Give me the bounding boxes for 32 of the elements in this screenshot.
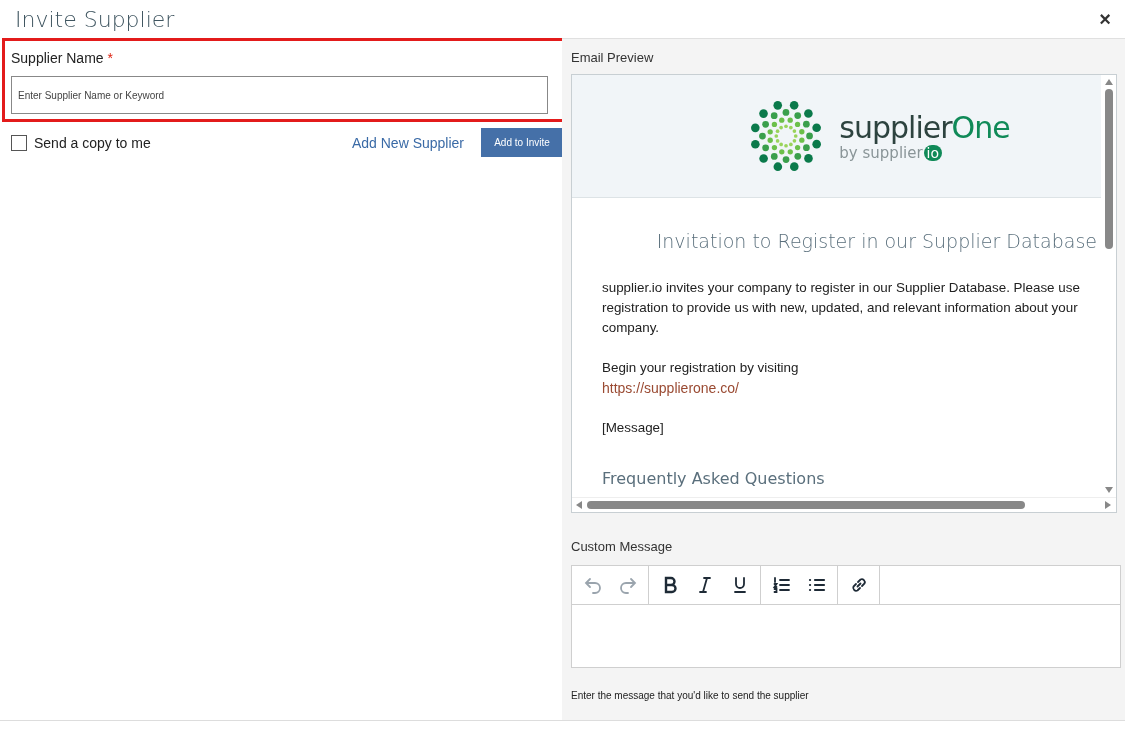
scroll-down-icon[interactable] <box>1103 486 1114 494</box>
checkbox-label: Send a copy to me <box>34 134 151 151</box>
email-paragraph: supplier.io invites your company to register in our Supplier Database. Please use registration to provide us with new, updated, and relevant information about your company. <box>602 279 1081 337</box>
add-new-supplier-link[interactable]: Add New Supplier <box>351 134 464 151</box>
scrollbar-thumb[interactable] <box>587 501 1025 509</box>
registration-link[interactable]: https://supplierone.co/ <box>602 378 1091 398</box>
add-to-invite-button[interactable]: Add to Invite <box>481 128 563 157</box>
email-paragraph: Begin your registration by visiting <box>602 359 800 377</box>
section-label: Custom Message <box>571 539 673 554</box>
window-title: Invite Supplier <box>15 6 175 32</box>
help-text: Enter the message that you'd like to send the supplier <box>571 690 809 701</box>
field-label: Supplier Name <box>11 50 104 66</box>
logo-byline: by supplier <box>839 143 923 162</box>
supplier-name-field[interactable]: Enter Supplier Name or Keyword <box>11 76 548 114</box>
scroll-up-icon[interactable] <box>1103 78 1114 86</box>
close-button[interactable]: × <box>1095 7 1115 31</box>
undo-icon <box>582 575 603 595</box>
redo-icon <box>617 575 638 595</box>
email-paragraph: [Message] <box>602 419 665 437</box>
logo-wordmark-accent: One <box>951 109 1010 145</box>
email-subheading: Frequently Asked Questions <box>602 469 826 488</box>
section-label: Email Preview <box>571 50 654 65</box>
logo-wordmark: supplier <box>839 109 952 145</box>
checkbox[interactable] <box>11 134 27 151</box>
horizontal-scrollbar[interactable] <box>572 497 1116 512</box>
scroll-left-icon[interactable] <box>575 500 583 510</box>
scrollbar-thumb[interactable] <box>1104 89 1113 249</box>
email-heading: Invitation to Register in our Supplier Database <box>655 230 1097 252</box>
scroll-right-icon[interactable] <box>1104 500 1112 510</box>
ordered-list-icon <box>771 575 792 595</box>
logo-badge: io <box>923 144 943 161</box>
required-mark: * <box>107 50 114 66</box>
